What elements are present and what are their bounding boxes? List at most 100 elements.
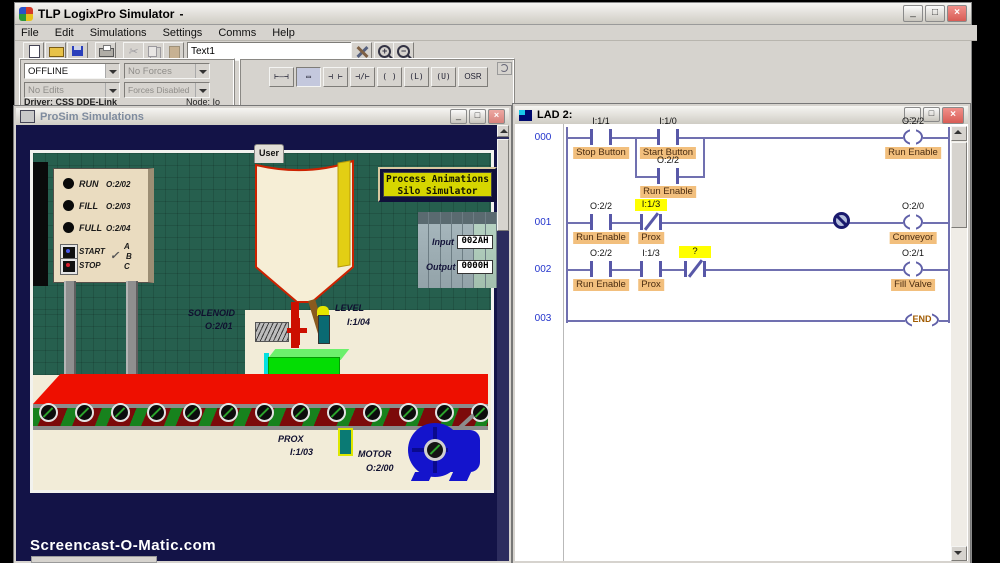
- start-button-sim[interactable]: [60, 244, 78, 261]
- xic-contact[interactable]: [590, 213, 612, 231]
- dropdown-arrow-icon[interactable]: [105, 64, 119, 78]
- minimize-button[interactable]: _: [903, 5, 923, 22]
- open-button[interactable]: [45, 42, 66, 59]
- menu-comms[interactable]: Comms: [218, 27, 256, 39]
- print-icon: [99, 45, 114, 57]
- scroll-up-icon[interactable]: [497, 125, 509, 137]
- prosim-title: ProSim Simulations: [40, 110, 144, 123]
- conveyor-roller: [291, 403, 310, 422]
- selector-b-label[interactable]: B: [126, 252, 132, 261]
- xio-contact[interactable]: [684, 259, 706, 278]
- coil-label[interactable]: Run Enable: [885, 147, 941, 159]
- tab-user[interactable]: User: [254, 144, 284, 163]
- xic-contact[interactable]: [590, 128, 612, 146]
- motor-hub: [424, 439, 446, 461]
- contact-label[interactable]: Run Enable: [573, 232, 629, 244]
- menu-settings[interactable]: Settings: [163, 27, 203, 39]
- menu-help[interactable]: Help: [272, 27, 295, 39]
- scroll-down-icon[interactable]: [951, 546, 967, 561]
- branch-instruction-button[interactable]: ▭: [296, 67, 321, 87]
- rung-number: 002: [534, 264, 552, 275]
- menu-edit[interactable]: Edit: [55, 27, 74, 39]
- lad-maximize-button[interactable]: □: [923, 106, 940, 122]
- output-coil[interactable]: [903, 214, 923, 230]
- edit-tools-button[interactable]: [351, 42, 372, 59]
- rung-instruction-button[interactable]: ⊢–⊣: [269, 67, 294, 87]
- xic-contact[interactable]: [657, 167, 679, 185]
- status-panel: OFFLINE No Forces No Edits Forces Disabl…: [19, 58, 243, 152]
- lad-scroll-thumb[interactable]: [951, 142, 967, 228]
- stop-button-sim[interactable]: [60, 258, 78, 275]
- dropdown-arrow-icon[interactable]: [195, 64, 209, 78]
- zoom-out-button[interactable]: −: [393, 42, 414, 59]
- prosim-minimize-button[interactable]: _: [450, 109, 467, 124]
- contact-address[interactable]: O:2/2: [590, 201, 612, 211]
- prosim-maximize-button[interactable]: □: [469, 109, 486, 124]
- copy-button[interactable]: [143, 42, 164, 59]
- contact-address-highlighted[interactable]: I:1/3: [635, 199, 667, 211]
- contact-label[interactable]: Prox: [638, 232, 664, 244]
- coil-address[interactable]: O:2/2: [902, 116, 924, 126]
- xio-contact[interactable]: [640, 212, 662, 231]
- zoom-in-button[interactable]: +: [374, 42, 395, 59]
- selector-c-label[interactable]: C: [124, 262, 130, 271]
- scroll-up-icon[interactable]: [951, 126, 967, 141]
- xic-instruction-button[interactable]: ⊣ ⊢: [323, 67, 348, 87]
- print-button[interactable]: [95, 42, 116, 59]
- xic-contact[interactable]: [657, 128, 679, 146]
- selector-a-label[interactable]: A: [124, 242, 130, 251]
- contact-address[interactable]: O:2/2: [657, 155, 679, 165]
- menu-file[interactable]: File: [21, 27, 39, 39]
- output-coil[interactable]: [903, 261, 923, 277]
- contact-label[interactable]: Prox: [638, 279, 664, 291]
- osr-instruction-button[interactable]: OSR: [458, 67, 488, 87]
- contact-address[interactable]: I:1/3: [642, 248, 660, 258]
- main-titlebar: TLP LogixPro Simulator - _ □ ×: [15, 3, 971, 25]
- contact-address[interactable]: O:2/2: [590, 248, 612, 258]
- coil-label[interactable]: Fill Valve: [891, 279, 935, 291]
- coil-label[interactable]: Conveyor: [889, 232, 937, 244]
- prosim-close-button[interactable]: ×: [488, 109, 505, 124]
- selector-check-icon[interactable]: ✓: [110, 249, 119, 262]
- contact-address[interactable]: I:1/1: [592, 116, 610, 126]
- prosim-scrollbar[interactable]: [497, 125, 509, 561]
- output-coil[interactable]: [903, 129, 923, 145]
- ladder-editor[interactable]: [515, 124, 968, 561]
- contact-address-highlighted[interactable]: ?: [679, 246, 711, 258]
- xio-instruction-button[interactable]: ⊣/⊢: [350, 67, 375, 87]
- forces-select[interactable]: No Forces: [124, 63, 210, 79]
- new-button[interactable]: [23, 42, 44, 59]
- close-button[interactable]: ×: [947, 5, 967, 22]
- dropdown-arrow-icon[interactable]: [195, 83, 209, 97]
- coil-address[interactable]: O:2/1: [902, 248, 924, 258]
- app-icon: [19, 6, 33, 21]
- cut-icon: ✂: [128, 46, 138, 58]
- contact-address[interactable]: I:1/0: [659, 116, 677, 126]
- paste-button[interactable]: [163, 42, 184, 59]
- edits-select[interactable]: No Edits: [24, 82, 120, 98]
- otl-instruction-button[interactable]: (L): [404, 67, 429, 87]
- coil-address[interactable]: O:2/0: [902, 201, 924, 211]
- end-coil[interactable]: END: [905, 312, 939, 328]
- mode-select[interactable]: OFFLINE: [24, 63, 120, 79]
- xic-contact[interactable]: [590, 260, 612, 278]
- restore-button[interactable]: □: [925, 5, 945, 22]
- cut-button[interactable]: ✂: [123, 42, 144, 59]
- contact-label[interactable]: Stop Button: [573, 147, 629, 159]
- contact-label[interactable]: Run Enable: [573, 279, 629, 291]
- forces-state-select[interactable]: Forces Disabled: [124, 82, 210, 98]
- prosim-content: RUN O:2/02 FILL O:2/03 FULL O:2/04 START…: [16, 125, 497, 561]
- zoom-out-icon: −: [397, 45, 410, 58]
- otu-instruction-button[interactable]: (U): [431, 67, 456, 87]
- contact-label[interactable]: Run Enable: [640, 186, 696, 198]
- xic-contact[interactable]: [640, 260, 662, 278]
- ote-instruction-button[interactable]: ( ): [377, 67, 402, 87]
- lad-close-button[interactable]: ×: [942, 106, 964, 124]
- new-file-icon: [29, 45, 40, 58]
- save-button[interactable]: [67, 42, 88, 59]
- refresh-icon[interactable]: [497, 62, 512, 75]
- menu-simulations[interactable]: Simulations: [90, 27, 147, 39]
- prosim-scroll-thumb[interactable]: [497, 139, 509, 231]
- banner-line2: Silo Simulator: [397, 186, 478, 197]
- dropdown-arrow-icon[interactable]: [105, 83, 119, 97]
